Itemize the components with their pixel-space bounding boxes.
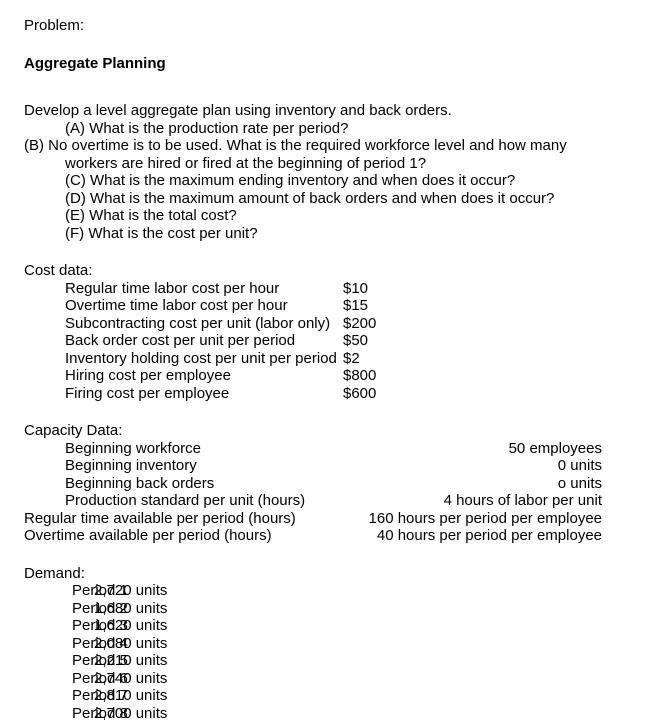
capacity-data-value: 160 hours per period per employee xyxy=(368,509,602,527)
demand-period-label: Period 1 xyxy=(72,582,128,599)
capacity-data-label: Beginning inventory xyxy=(65,457,197,474)
capacity-data-row: Production standard per unit (hours) 4 h… xyxy=(0,492,663,510)
capacity-data-row: Beginning inventory 0 units xyxy=(0,457,663,475)
question-item-f: (F) What is the cost per unit? xyxy=(65,224,258,242)
cost-data-value: $800 xyxy=(343,367,377,384)
demand-period-label: Period 4 xyxy=(72,634,128,652)
question-item-b: (B) No overtime is to be used. What is t… xyxy=(24,137,567,172)
cost-data-row: Overtime time labor cost per hour $15 xyxy=(0,297,663,315)
gap-before-demand xyxy=(0,545,663,565)
gap-before-capacity-data xyxy=(0,402,663,422)
capacity-data-value: o units xyxy=(557,474,602,492)
intro-text: Develop a level aggregate plan using inv… xyxy=(24,102,452,119)
capacity-data-row: Beginning workforce 50 employees xyxy=(0,440,663,458)
capacity-data-label: Production standard per unit (hours) xyxy=(65,492,306,509)
question-item-c: (C) What is the maximum ending inventory… xyxy=(65,172,516,189)
document-page: Problem: Aggregate Planning Develop a le… xyxy=(0,0,663,725)
capacity-data-label: Regular time available per period (hours… xyxy=(24,509,296,527)
capacity-data-value: 4 hours of labor per unit xyxy=(443,492,602,509)
capacity-data-row: Regular time available per period (hours… xyxy=(0,510,663,528)
demand-row: Period 2 1,680 units xyxy=(0,600,663,618)
cost-data-value: $600 xyxy=(343,384,377,402)
capacity-data-value: 40 hours per period per employee xyxy=(376,527,602,544)
cost-data-label: Regular time labor cost per hour xyxy=(65,279,280,297)
capacity-data-value: 0 units xyxy=(557,457,602,474)
top-spacer xyxy=(0,0,663,17)
cost-data-list: Regular time labor cost per hour $10 Ove… xyxy=(0,280,663,403)
demand-period-value: 1,620 units xyxy=(94,617,168,634)
cost-data-row: Back order cost per unit per period $50 xyxy=(0,332,663,350)
cost-data-label: Hiring cost per employee xyxy=(65,367,231,384)
cost-data-value: $15 xyxy=(343,297,369,314)
demand-period-label: Period 5 xyxy=(72,652,128,669)
question-item-a: (A) What is the production rate per peri… xyxy=(65,119,349,137)
cost-data-label: Subcontracting cost per unit (labor only… xyxy=(65,314,331,332)
problem-label: Problem: xyxy=(24,17,85,34)
capacity-data-label: Overtime available per period (hours) xyxy=(24,527,272,544)
gap-after-problem-label xyxy=(0,35,663,55)
demand-heading: Demand: xyxy=(24,564,85,582)
demand-row: Period 5 2,210 units xyxy=(0,652,663,670)
demand-row: Period 6 2,740 units xyxy=(0,670,663,688)
cost-data-label: Overtime time labor cost per hour xyxy=(65,297,288,314)
gap-before-cost-data xyxy=(0,242,663,262)
cost-data-value: $50 xyxy=(343,332,369,349)
question-item-e: (E) What is the total cost? xyxy=(65,207,237,224)
demand-period-value: 2,740 units xyxy=(94,669,168,687)
question-item-d: (D) What is the maximum amount of back o… xyxy=(65,189,555,207)
cost-data-label: Inventory holding cost per unit per peri… xyxy=(65,349,337,367)
demand-period-label: Period 2 xyxy=(72,599,128,617)
capacity-data-value: 50 employees xyxy=(508,439,602,457)
capacity-data-heading: Capacity Data: xyxy=(24,422,123,439)
demand-period-label: Period 3 xyxy=(72,617,128,634)
demand-row: Period 1 2,720 units xyxy=(0,582,663,600)
cost-data-row: Subcontracting cost per unit (labor only… xyxy=(0,315,663,333)
capacity-data-label: Beginning back orders xyxy=(65,474,215,492)
demand-period-label: Period 8 xyxy=(72,704,128,722)
capacity-data-list: Beginning workforce 50 employees Beginni… xyxy=(0,440,663,545)
cost-data-value: $10 xyxy=(343,279,369,297)
demand-row: Period 4 2,080 units xyxy=(0,635,663,653)
intro-block: Develop a level aggregate plan using inv… xyxy=(0,92,663,242)
cost-data-value: $200 xyxy=(343,314,377,332)
demand-period-value: 1,680 units xyxy=(94,599,168,617)
cost-data-heading: Cost data: xyxy=(24,262,93,279)
cost-data-row: Hiring cost per employee $800 xyxy=(0,367,663,385)
demand-row: Period 7 2,810 units xyxy=(0,687,663,705)
cost-data-row: Inventory holding cost per unit per peri… xyxy=(0,350,663,368)
cost-data-label: Back order cost per unit per period xyxy=(65,332,296,349)
demand-row: Period 3 1,620 units xyxy=(0,617,663,635)
demand-period-value: 2,700 units xyxy=(94,704,168,722)
demand-period-label: Period 6 xyxy=(72,669,128,687)
capacity-data-row: Overtime available per period (hours) 40… xyxy=(0,527,663,545)
cost-data-row: Regular time labor cost per hour $10 xyxy=(0,280,663,298)
cost-data-label: Firing cost per employee xyxy=(65,384,230,402)
demand-period-value: 2,720 units xyxy=(94,582,168,599)
demand-period-value: 2,210 units xyxy=(94,652,168,669)
page-title: Aggregate Planning xyxy=(24,54,166,72)
demand-period-value: 2,080 units xyxy=(94,634,168,652)
demand-period-value: 2,810 units xyxy=(94,687,168,704)
capacity-data-row: Beginning back orders o units xyxy=(0,475,663,493)
demand-period-label: Period 7 xyxy=(72,687,128,704)
gap-after-title xyxy=(0,72,663,92)
cost-data-row: Firing cost per employee $600 xyxy=(0,385,663,403)
capacity-data-label: Beginning workforce xyxy=(65,439,201,457)
demand-row: Period 8 2,700 units xyxy=(0,705,663,723)
demand-list: Period 1 2,720 units Period 2 1,680 unit… xyxy=(0,582,663,722)
cost-data-value: $2 xyxy=(343,349,360,367)
